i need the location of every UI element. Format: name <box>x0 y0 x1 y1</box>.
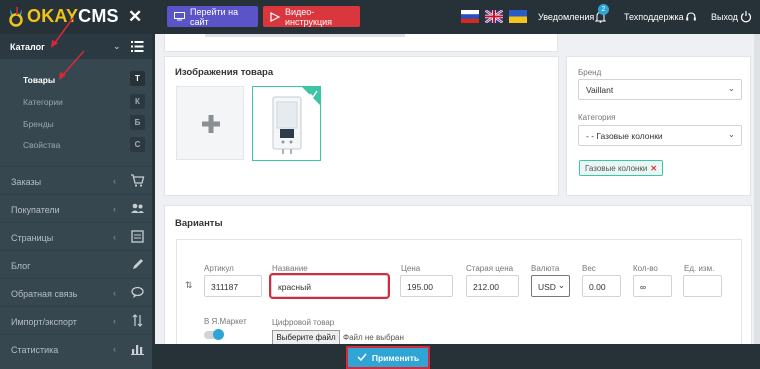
currency-select[interactable]: USD ⌄ <box>531 275 570 297</box>
chevron-down-icon: ⌄ <box>727 129 735 139</box>
old-price-label: Старая цена <box>466 264 514 273</box>
name-label: Название <box>272 264 308 273</box>
unit-input[interactable] <box>683 275 722 297</box>
category-label: Категория <box>578 113 616 122</box>
category-tag-label: Газовые колонки <box>585 164 648 173</box>
category-select[interactable]: - - Газовые колонки ⌄ <box>578 125 742 146</box>
add-image-button[interactable] <box>176 86 244 160</box>
images-panel-title: Изображения товара <box>175 67 274 78</box>
check-icon <box>357 353 367 363</box>
brand-select-value: Vaillant <box>586 85 614 95</box>
brand-select[interactable]: Vaillant ⌄ <box>578 79 742 100</box>
weight-input[interactable]: 0.00 <box>582 275 621 297</box>
apply-button[interactable]: Применить <box>346 346 430 369</box>
brand-label: Бренд <box>578 68 602 77</box>
sku-input[interactable]: 311187 <box>204 275 262 297</box>
yandex-toggle[interactable] <box>204 329 224 340</box>
category-tag[interactable]: Газовые колонки ✕ <box>579 160 664 176</box>
category-select-value: - - Газовые колонки <box>586 131 663 141</box>
choose-file-button[interactable]: Выберите файл <box>272 330 340 345</box>
bottom-action-bar <box>155 344 760 369</box>
chevron-down-icon: ⌄ <box>727 83 735 93</box>
page-scrollbar[interactable] <box>754 34 760 344</box>
variants-title: Варианты <box>175 218 223 229</box>
remove-tag-icon[interactable]: ✕ <box>650 164 657 173</box>
weight-label: Вес <box>582 264 596 273</box>
chevron-down-icon: ⌄ <box>557 280 565 290</box>
boiler-image-icon <box>272 87 320 154</box>
product-image[interactable] <box>252 86 321 161</box>
stock-input[interactable]: ∞ <box>633 275 672 297</box>
digital-label: Цифровой товар <box>272 318 335 327</box>
drag-handle-icon[interactable]: ⇅ <box>185 280 193 291</box>
top-strip-panel <box>164 34 558 52</box>
file-status: Файл не выбран <box>343 333 404 342</box>
apply-label: Применить <box>371 352 420 363</box>
currency-label: Валюта <box>531 264 560 273</box>
stock-label: Кол-во <box>633 264 658 273</box>
variant-name-input[interactable]: красный <box>269 273 390 299</box>
price-label: Цена <box>401 264 421 273</box>
sku-label: Артикул <box>204 264 234 273</box>
price-input[interactable]: 195.00 <box>400 275 453 297</box>
currency-value: USD <box>538 282 556 292</box>
old-price-input[interactable]: 212.00 <box>466 275 519 297</box>
yandex-label: В Я.Маркет <box>204 317 247 326</box>
plus-icon <box>202 115 220 133</box>
unit-label: Ед. изм. <box>684 264 715 273</box>
